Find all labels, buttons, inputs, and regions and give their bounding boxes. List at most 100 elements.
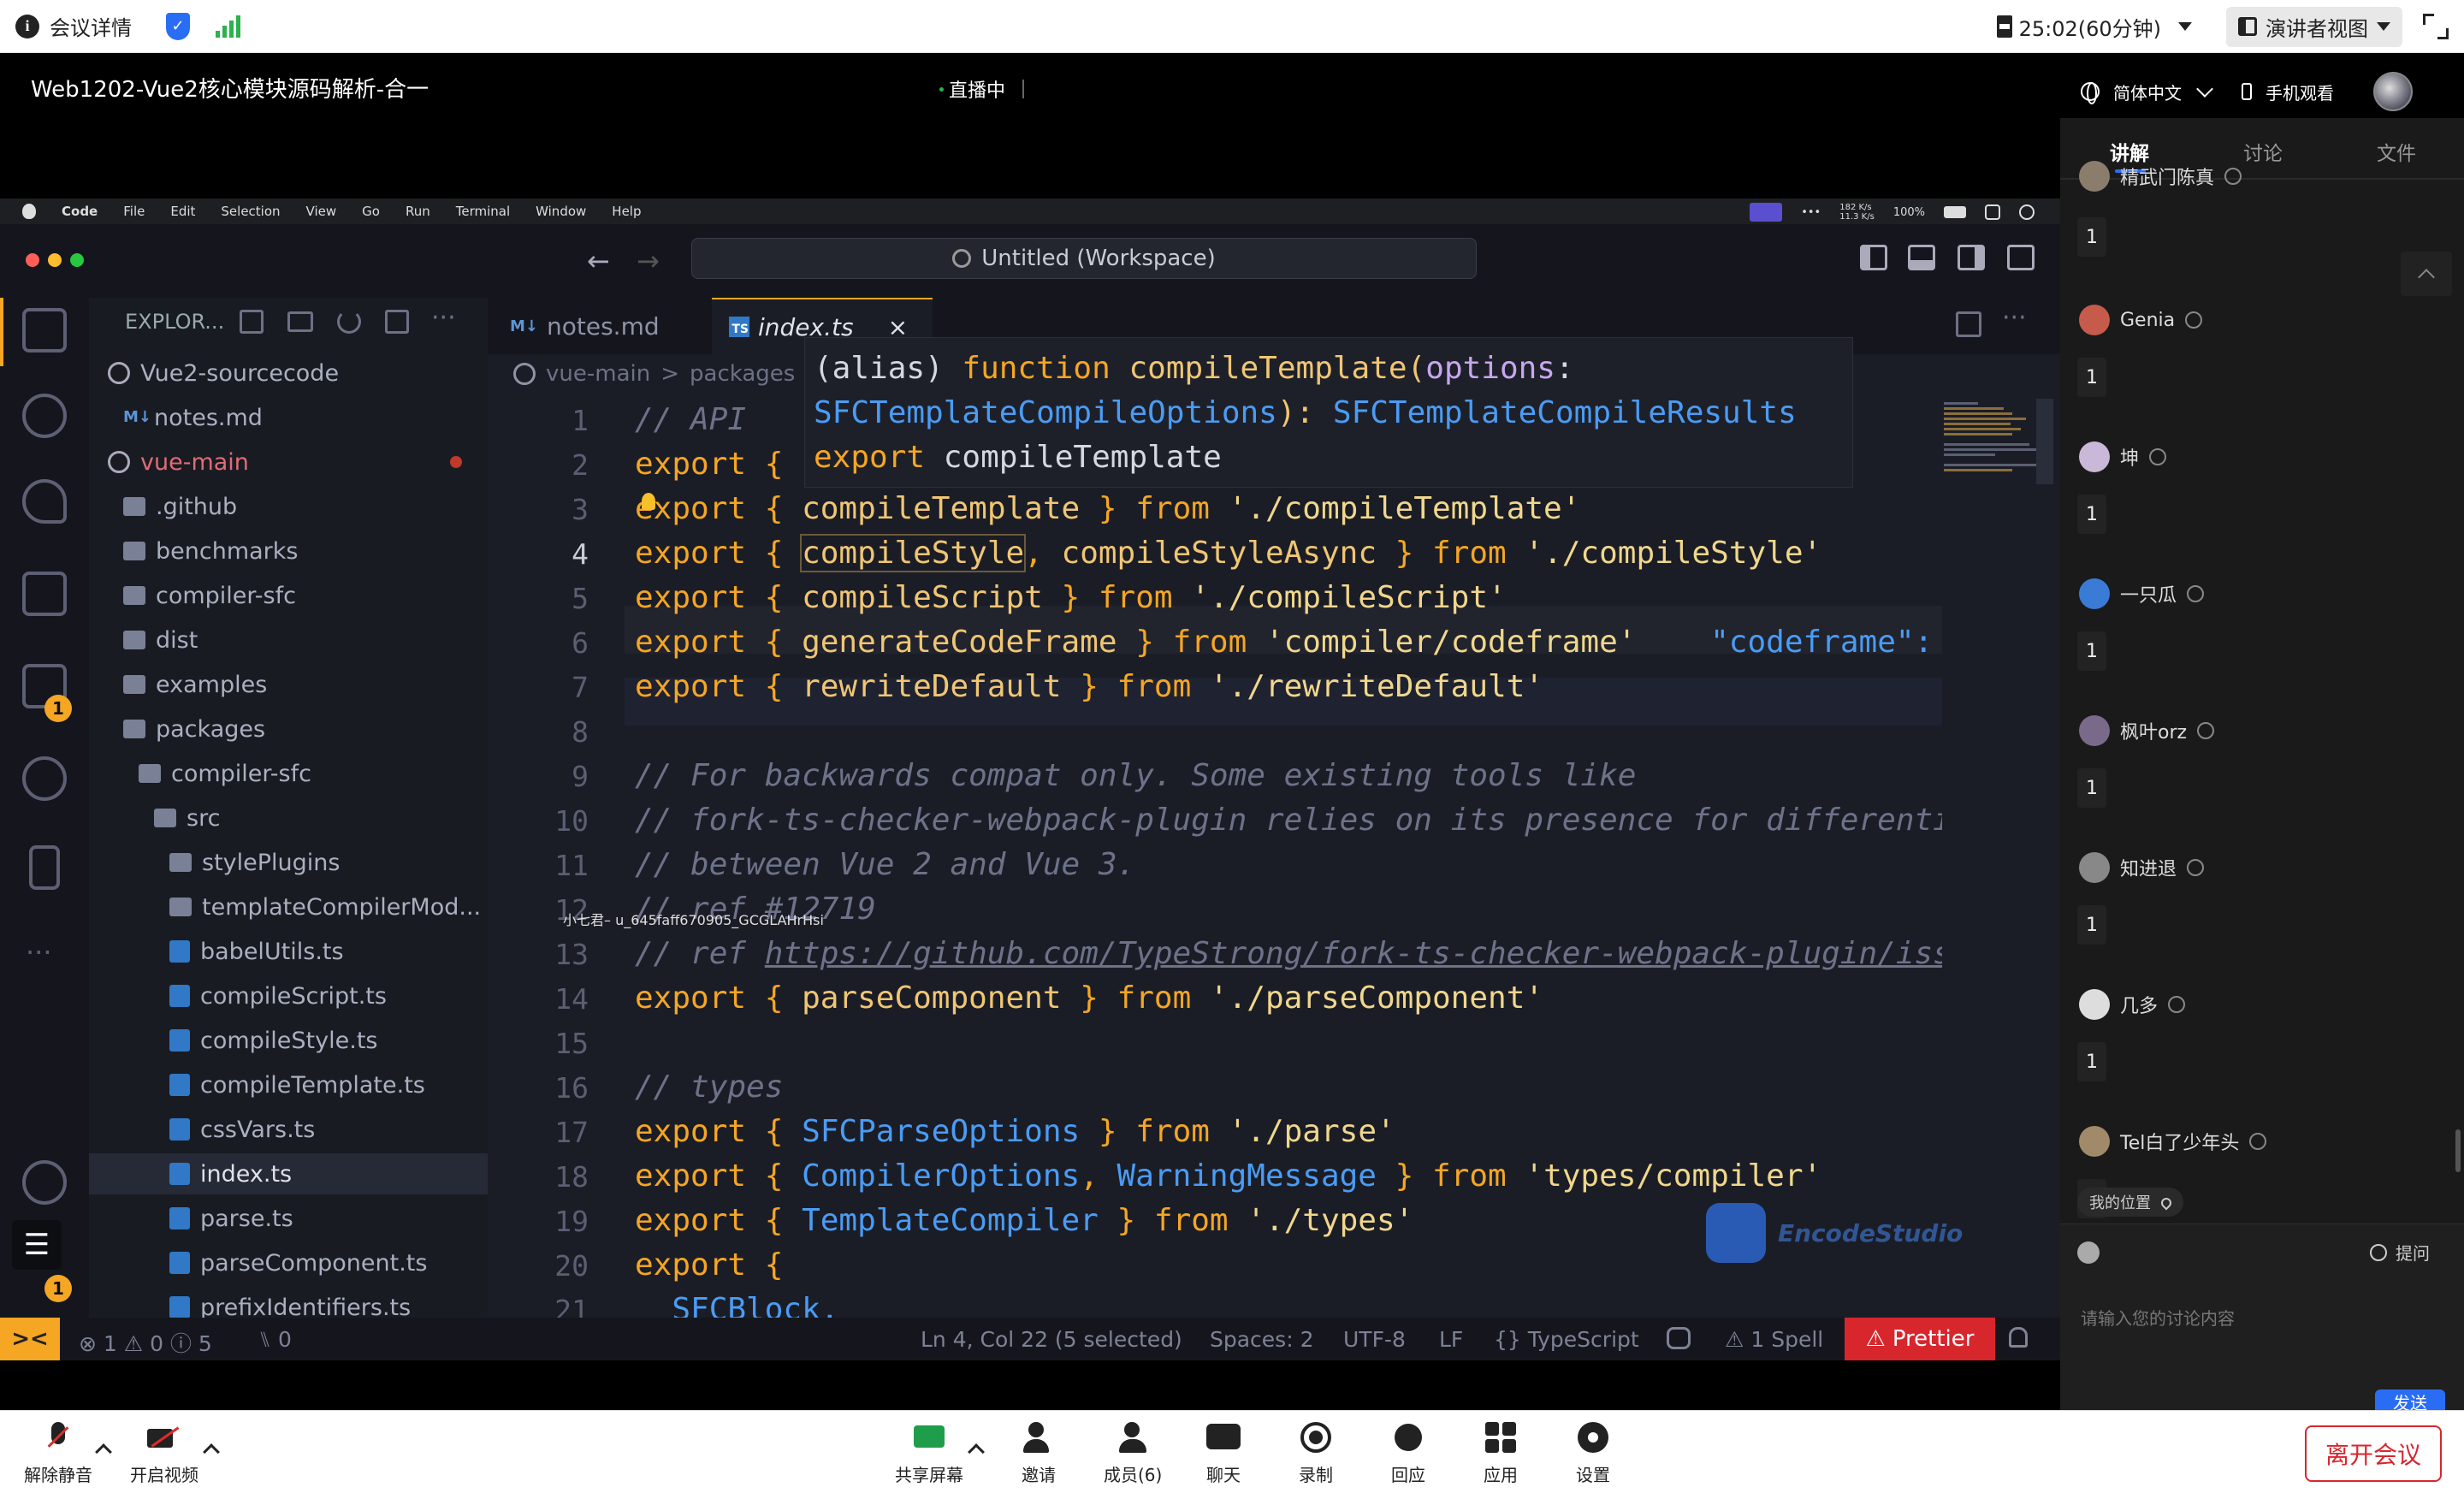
chat-user[interactable]: Genia	[2079, 305, 2203, 335]
info-icon[interactable]: i	[15, 14, 39, 39]
notifications-bell-icon[interactable]	[2009, 1327, 2028, 1348]
search-icon[interactable]	[22, 394, 67, 438]
unmute-button[interactable]: 解除静音	[24, 1420, 92, 1486]
tree-item[interactable]: M↓ notes.md	[89, 397, 488, 438]
tree-item[interactable]: benchmarks	[89, 530, 488, 572]
send-button[interactable]: 发送	[2375, 1389, 2445, 1410]
avatar[interactable]	[2079, 305, 2110, 335]
language-select[interactable]: 简体中文	[2113, 80, 2182, 104]
my-position-button[interactable]: 我的位置	[2077, 1188, 2183, 1217]
remote-explorer-icon[interactable]	[22, 572, 67, 616]
command-center-search[interactable]: Untitled (Workspace)	[691, 238, 1477, 279]
language-mode[interactable]: {} TypeScript	[1494, 1327, 1639, 1352]
meeting-timer[interactable]: 25:02(60分钟)	[1996, 12, 2192, 42]
network-signal-icon[interactable]	[216, 15, 240, 38]
window-minimize-button[interactable]	[48, 253, 62, 267]
collapse-all-icon[interactable]	[385, 310, 409, 334]
record-button[interactable]: 录制	[1297, 1420, 1335, 1486]
mobile-view-link[interactable]: 手机观看	[2266, 80, 2334, 104]
reaction-smile-icon[interactable]	[2187, 585, 2205, 602]
tree-item[interactable]: compiler-sfc	[89, 753, 488, 794]
tree-item[interactable]: compileTemplate.ts	[89, 1064, 488, 1105]
members-button[interactable]: 成员(6)	[1104, 1420, 1162, 1486]
tree-item[interactable]: cssVars.ts	[89, 1109, 488, 1150]
tab-discussion[interactable]: 讨论	[2243, 137, 2283, 166]
reaction-smile-icon[interactable]	[2187, 859, 2205, 876]
avatar[interactable]	[2079, 715, 2110, 746]
tree-item[interactable]: packages	[89, 708, 488, 750]
tree-item[interactable]: prefixIdentifiers.ts	[89, 1287, 488, 1318]
minimap[interactable]	[1942, 399, 2053, 1318]
avatar[interactable]	[2079, 578, 2110, 609]
phone-icon[interactable]	[2242, 83, 2252, 100]
tree-item[interactable]: templateCompilerMod...	[89, 886, 488, 927]
spell-check[interactable]: ⚠ 1 Spell	[1725, 1327, 1823, 1352]
cursor-position[interactable]: Ln 4, Col 22 (5 selected)	[921, 1327, 1182, 1352]
start-video-button[interactable]: 开启视频	[130, 1420, 198, 1486]
copilot-icon[interactable]	[1667, 1327, 1691, 1349]
breadcrumb-item[interactable]: vue-main	[546, 361, 650, 387]
line-ending[interactable]: LF	[1439, 1327, 1463, 1352]
avatar[interactable]	[2079, 989, 2110, 1020]
invite-button[interactable]: 邀请	[1020, 1420, 1057, 1486]
avatar[interactable]	[2079, 441, 2110, 472]
refresh-icon[interactable]	[337, 310, 361, 334]
indentation[interactable]: Spaces: 2	[1210, 1327, 1313, 1352]
chat-button[interactable]: 聊天	[1205, 1420, 1242, 1486]
problems-indicator[interactable]: ⊗ 1 ⚠ 0 ⓘ 5	[79, 1327, 212, 1358]
prettier-status[interactable]: ⚠ Prettier	[1845, 1318, 1995, 1360]
reaction-smile-icon[interactable]	[2249, 1133, 2267, 1150]
back-arrow-icon[interactable]: ←	[587, 245, 610, 277]
more-icon[interactable]: ···	[431, 303, 456, 333]
window-zoom-button[interactable]	[70, 253, 84, 267]
more-icon[interactable]: ···	[26, 936, 52, 969]
tree-item[interactable]: examples	[89, 664, 488, 705]
toggle-sidebar-icon[interactable]	[1860, 245, 1887, 270]
chat-user[interactable]: 知进退	[2079, 852, 2205, 883]
tree-item[interactable]: parse.ts	[89, 1198, 488, 1239]
avatar[interactable]	[2373, 72, 2413, 111]
reaction-smile-icon[interactable]	[2197, 722, 2215, 739]
reaction-smile-icon[interactable]	[2185, 311, 2203, 329]
run-debug-icon[interactable]	[22, 756, 67, 801]
ask-question-toggle[interactable]: 提问	[2370, 1240, 2430, 1265]
tree-item[interactable]: parseComponent.ts	[89, 1242, 488, 1283]
chat-user[interactable]: 坤	[2079, 441, 2167, 472]
avatar[interactable]	[2079, 161, 2110, 192]
reaction-smile-icon[interactable]	[2224, 168, 2242, 185]
accounts-icon[interactable]	[22, 1160, 67, 1205]
tree-item[interactable]: index.ts	[89, 1153, 488, 1194]
breadcrumb-item[interactable]: packages	[690, 361, 795, 387]
chat-user[interactable]: 枫叶orz	[2079, 715, 2215, 746]
scrollbar-thumb[interactable]	[2036, 399, 2053, 484]
bookmark-icon[interactable]	[29, 845, 60, 890]
scroll-to-top-button[interactable]	[2401, 252, 2452, 296]
tree-item[interactable]: src	[89, 797, 488, 838]
toggle-secondary-sidebar-icon[interactable]	[1958, 245, 1985, 270]
discussion-input[interactable]: 请输入您的讨论内容	[2081, 1305, 2235, 1330]
lightbulb-icon[interactable]	[642, 493, 655, 510]
avatar[interactable]	[2079, 852, 2110, 883]
tree-item[interactable]: .github	[89, 486, 488, 527]
meeting-details-link[interactable]: 会议详情	[50, 11, 132, 41]
forward-arrow-icon[interactable]: →	[637, 245, 660, 277]
apps-button[interactable]: 应用	[1482, 1420, 1519, 1486]
source-control-icon[interactable]	[22, 479, 67, 524]
new-folder-icon[interactable]	[287, 311, 313, 332]
chat-scrollbar[interactable]	[2455, 1129, 2461, 1172]
window-close-button[interactable]	[26, 253, 39, 267]
tree-item[interactable]: Vue2-sourcecode	[89, 353, 488, 394]
leave-meeting-button[interactable]: 离开会议	[2305, 1425, 2442, 1482]
outline-list-icon[interactable]: ☰	[12, 1220, 62, 1270]
tree-item[interactable]: vue-main	[89, 441, 488, 483]
encoding[interactable]: UTF-8	[1343, 1327, 1406, 1352]
more-actions-icon[interactable]: ···	[2002, 303, 2027, 333]
chat-user[interactable]: Tel白了少年头	[2079, 1126, 2267, 1157]
split-editor-icon[interactable]	[1956, 311, 1981, 337]
code-editor[interactable]: 1 2 3 4 5 6 7 8 9 10 11 12 13 14 15 16 17 18 19 20 21 // API…	[488, 399, 1942, 1318]
chat-user[interactable]: 一只瓜	[2079, 578, 2205, 609]
share-screen-button[interactable]: 共享屏幕	[895, 1420, 963, 1486]
toggle-panel-icon[interactable]	[1908, 245, 1935, 270]
code-link[interactable]: https://github.com/TypeStrong/fork-ts-ch…	[765, 936, 1942, 971]
tree-item[interactable]: stylePlugins	[89, 842, 488, 883]
